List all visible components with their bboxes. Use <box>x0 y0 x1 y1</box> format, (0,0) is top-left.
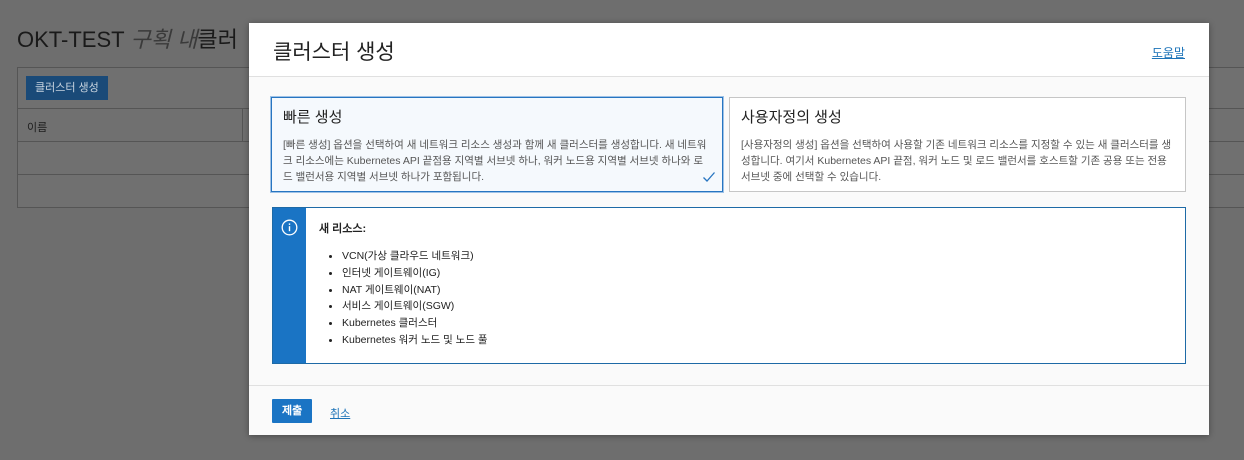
list-item: NAT 게이트웨이(NAT) <box>319 282 488 299</box>
new-resources-info: 새 리소스: VCN(가상 클라우드 네트워크) 인터넷 게이트웨이(IG) N… <box>272 207 1186 364</box>
column-divider <box>242 109 243 142</box>
submit-button[interactable]: 제출 <box>272 399 313 423</box>
list-item: Kubernetes 클러스터 <box>319 315 488 332</box>
info-content: 새 리소스: VCN(가상 클라우드 네트워크) 인터넷 게이트웨이(IG) N… <box>319 220 488 349</box>
create-cluster-dialog: 클러스터 생성 도움말 빠른 생성 [빠른 생성] 옵션을 선택하여 새 네트워… <box>249 23 1209 435</box>
list-item: 인터넷 게이트웨이(IG) <box>319 265 488 282</box>
option-description: [사용자정의 생성] 옵션을 선택하여 사용할 기존 네트워크 리소스를 지정할… <box>741 139 1172 183</box>
info-icon <box>281 219 298 236</box>
custom-create-option[interactable]: 사용자정의 생성 [사용자정의 생성] 옵션을 선택하여 사용할 기존 네트워크… <box>729 97 1186 192</box>
page-title: OKT-TEST 구획 내클러 <box>17 27 238 52</box>
option-title: 빠른 생성 <box>283 109 343 126</box>
cancel-link[interactable]: 취소 <box>330 405 350 421</box>
dialog-title: 클러스터 생성 <box>273 41 395 64</box>
resource-list: VCN(가상 클라우드 네트워크) 인터넷 게이트웨이(IG) NAT 게이트웨… <box>319 248 488 349</box>
checkmark-icon <box>703 172 715 182</box>
quick-create-option[interactable]: 빠른 생성 [빠른 생성] 옵션을 선택하여 새 네트워크 리소스 생성과 함께… <box>271 97 723 192</box>
page-title-suffix: 클러 <box>197 27 238 52</box>
dialog-footer: 제출 취소 <box>249 385 1209 435</box>
list-item: 서비스 게이트웨이(SGW) <box>319 298 488 315</box>
option-description: [빠른 생성] 옵션을 선택하여 새 네트워크 리소스 생성과 함께 새 클러스… <box>283 139 707 183</box>
info-heading: 새 리소스: <box>319 223 367 235</box>
compartment-label: 구획 내 <box>130 27 198 52</box>
list-item: VCN(가상 클라우드 네트워크) <box>319 248 488 265</box>
create-cluster-button[interactable]: 클러스터 생성 <box>26 76 108 100</box>
column-header-name[interactable]: 이름 <box>27 119 47 135</box>
option-title: 사용자정의 생성 <box>741 109 842 126</box>
help-link[interactable]: 도움말 <box>1152 44 1185 61</box>
list-item: Kubernetes 워커 노드 및 노드 풀 <box>319 332 488 349</box>
dialog-header: 클러스터 생성 도움말 <box>249 23 1209 77</box>
info-strip <box>273 208 306 363</box>
